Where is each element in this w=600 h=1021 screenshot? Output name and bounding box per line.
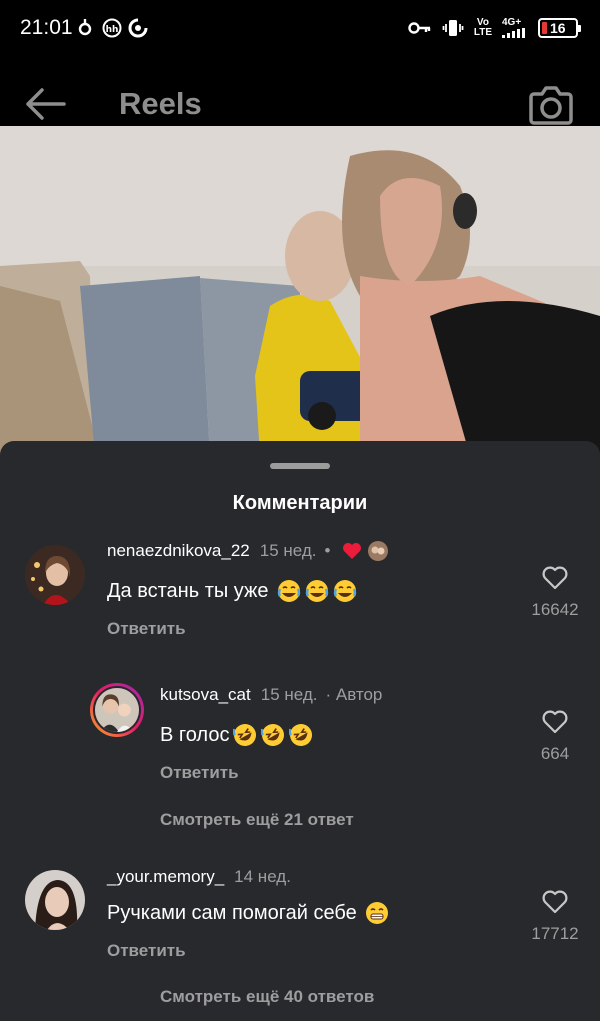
battery-level [542,22,547,34]
comment-text: В голос [160,723,313,747]
grin-emoji-icon [365,902,388,924]
meta-separator: • [324,541,331,560]
sheet-grab-handle[interactable] [270,463,330,469]
camera-icon[interactable] [528,82,574,126]
view-more-replies-button[interactable]: Смотреть ещё 21 ответ [160,810,354,830]
key-icon [408,22,431,34]
status-right-group: Vo LTE 4G+ 16 [408,16,581,40]
vibrate-icon [442,20,464,36]
reply-button[interactable]: Ответить [160,763,239,783]
reels-header: Reels [0,58,600,126]
download-icon [78,19,92,36]
reply-button[interactable]: Ответить [107,941,186,961]
comment-time: 14 нед. [234,867,291,886]
arrow-left-icon[interactable] [22,84,68,124]
heart-outline-icon[interactable] [541,565,569,591]
like-count: 16642 [531,600,579,619]
signal-indicator: 4G+ [502,18,528,38]
comment-username[interactable]: kutsova_cat [160,685,251,705]
comment-username[interactable]: nenaezdnikova_22 [107,541,250,561]
comment-time: 15 нед. [259,541,317,560]
avatar[interactable] [25,545,85,605]
signal-bars-icon [502,28,525,38]
avatar[interactable] [90,683,144,737]
sheet-title: Комментарии [232,492,368,514]
reply-button[interactable]: Ответить [107,619,186,639]
heart-outline-icon[interactable] [541,709,569,735]
comment-like: 17712 [520,889,590,944]
comment-time: 15 нед. [260,685,318,704]
battery-icon: 16 [538,18,581,38]
rofl-emoji-icon [289,724,313,746]
author-label: · Автор [325,685,383,704]
avatar[interactable] [25,870,85,930]
status-time: 21:01 [20,16,73,39]
comment-text: Ручками сам помогай себе [107,901,389,925]
svg-text:hh: hh [106,25,119,35]
joy-emoji-icon [305,580,328,602]
joy-emoji-icon [333,580,356,602]
comment-text: Да встань ты уже [107,579,357,603]
hh-app-icon: hh [102,18,122,38]
reel-video[interactable] [0,126,600,456]
status-bar: 21:01 hh Vo LTE 4G+ 16 [0,0,600,58]
comments-sheet: Комментарии nenaezdnikova_22 15 нед. • Д… [0,441,600,1021]
app-notification-icon [128,18,148,38]
rofl-emoji-icon [233,724,257,746]
page-title: Reels [119,86,202,121]
heart-outline-icon[interactable] [541,889,569,915]
volte-indicator: Vo LTE [473,17,492,38]
comment-like: 664 [520,709,590,764]
like-count: 664 [540,744,570,763]
comment-like: 16642 [520,565,590,620]
joy-emoji-icon [277,580,300,602]
like-count: 17712 [531,924,579,943]
creator-avatar-icon [368,541,389,561]
video-frame [0,126,600,456]
view-more-replies-button[interactable]: Смотреть ещё 40 ответов [160,987,374,1007]
comment-username[interactable]: _your.memory_ [107,867,224,887]
rofl-emoji-icon [261,724,285,746]
creator-liked-heart-icon [343,543,362,559]
